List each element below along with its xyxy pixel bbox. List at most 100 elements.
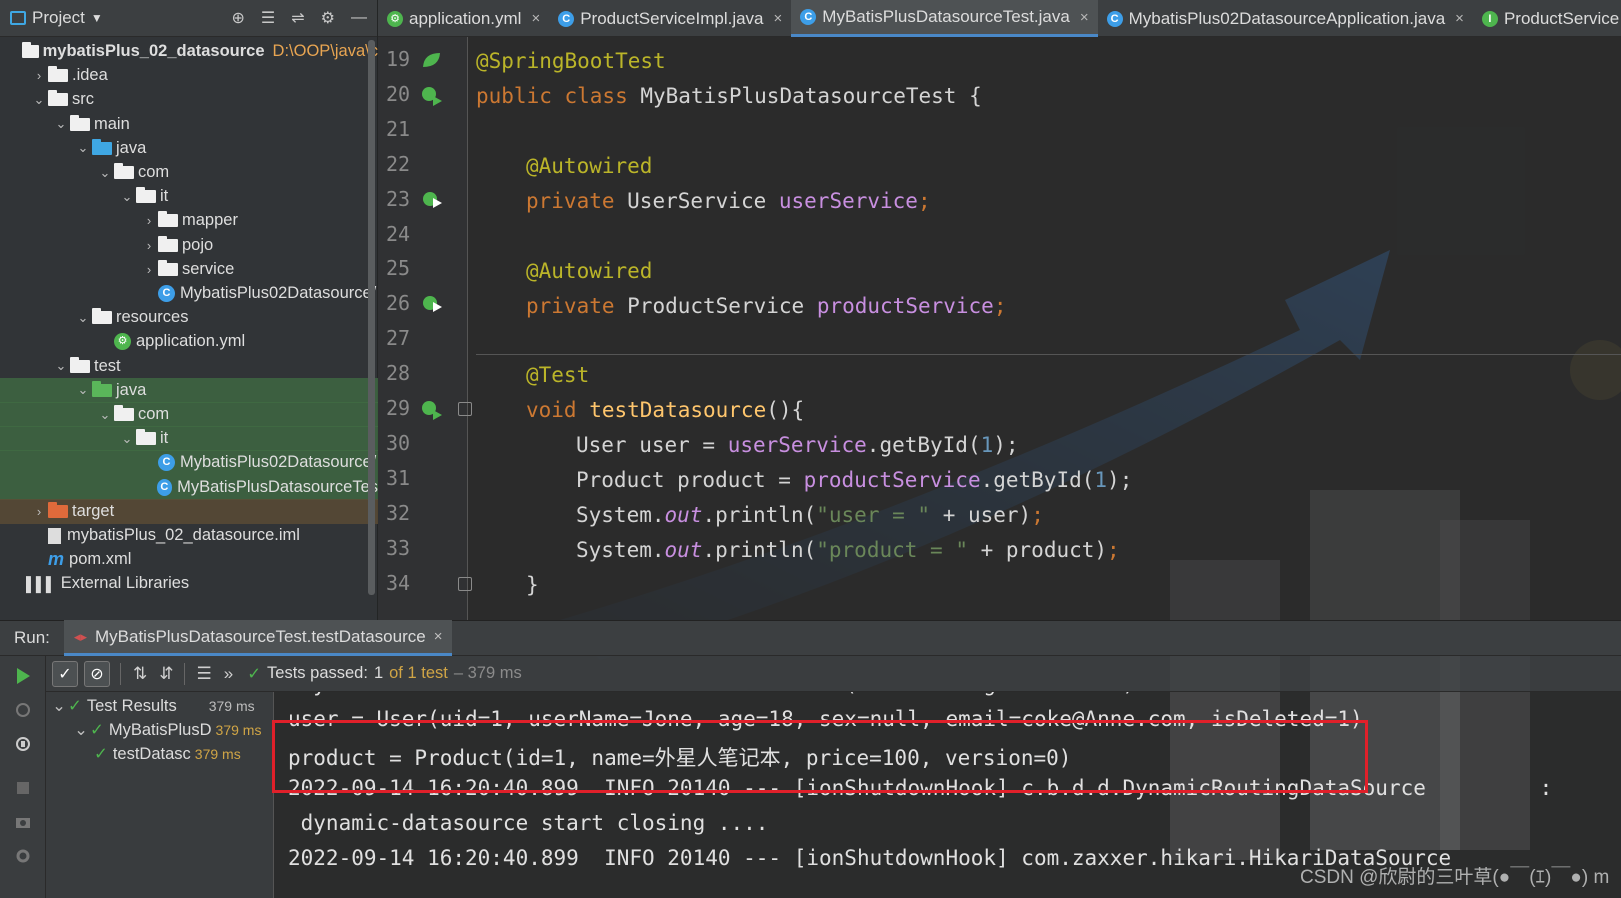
project-view-selector[interactable]: Project ▼ <box>10 8 103 28</box>
code-line-29[interactable]: void testDatasource(){ <box>476 398 804 422</box>
code-line-33[interactable]: System.out.println("product = " + produc… <box>476 538 1120 562</box>
test-result-item[interactable]: ⌄ ✓ MyBatisPlusD 379 ms <box>72 718 261 742</box>
stop-icon[interactable] <box>13 778 33 798</box>
code-line-20[interactable]: public class MyBatisPlusDatasourceTest { <box>476 84 982 108</box>
tree-item[interactable]: ⌄ it <box>0 426 378 452</box>
chevron-right-icon[interactable]: › <box>140 262 158 277</box>
tree-item[interactable]: › .idea <box>0 63 378 88</box>
code-line-31[interactable]: Product product = productService.getById… <box>476 468 1132 492</box>
tree-item-label: mybatisPlus_02_datasource.iml <box>67 526 300 544</box>
code-editor[interactable]: 19 20 21 22 23 24 25 26 27 28 29 30 31 32 33 34 @Spring… <box>378 37 1621 620</box>
tree-item[interactable]: ⌄ com <box>0 402 378 427</box>
code-line-34[interactable]: } <box>476 573 539 597</box>
run-test-icon[interactable] <box>420 398 444 420</box>
tree-item[interactable]: ▌▌▌ External Libraries <box>0 571 378 596</box>
chevron-down-icon[interactable]: ⌄ <box>30 92 48 108</box>
code-line-19[interactable]: @SpringBootTest <box>476 49 666 73</box>
chevron-down-icon[interactable]: ⌄ <box>50 696 68 716</box>
tree-item[interactable]: › pojo <box>0 233 378 258</box>
bean-navigate-icon[interactable] <box>420 293 444 315</box>
line-number: 32 <box>386 500 411 525</box>
tree-item[interactable]: ⌄ src <box>0 87 378 112</box>
code-line-22[interactable]: @Autowired <box>476 154 652 178</box>
chevron-right-icon[interactable]: › <box>30 68 48 83</box>
spring-leaf-icon[interactable] <box>420 49 444 71</box>
test-result-item[interactable]: ✓ testDatasc 379 ms <box>94 742 241 766</box>
show-ignored-toggle[interactable]: ⊘ <box>84 660 110 687</box>
chevron-down-icon[interactable]: ⌄ <box>74 140 92 156</box>
chevron-down-icon[interactable]: ⌄ <box>96 165 114 181</box>
chevron-down-icon[interactable]: ⌄ <box>118 189 136 205</box>
tree-item[interactable]: ⌄ java <box>0 377 378 403</box>
camera-icon[interactable] <box>13 812 33 832</box>
tree-item[interactable]: ⌄ it <box>0 184 378 209</box>
sort-alphabetically-icon[interactable]: ⇅ <box>133 664 147 684</box>
fold-marker[interactable] <box>458 402 472 416</box>
code-line-25[interactable]: @Autowired <box>476 259 652 283</box>
code-line-23[interactable]: private UserService userService; <box>476 189 931 213</box>
project-icon <box>10 11 26 25</box>
code-line-28[interactable]: @Test <box>476 363 589 387</box>
tree-item[interactable]: ⌄ resources <box>0 305 378 330</box>
run-tab[interactable]: ◂▸ MyBatisPlusDatasourceTest.testDatasou… <box>63 620 453 656</box>
hide-icon[interactable]: — <box>351 9 367 27</box>
tree-item[interactable]: › target <box>0 498 378 524</box>
expand-all-icon[interactable]: ☰ <box>261 8 275 28</box>
chevron-down-icon[interactable]: ⌄ <box>118 431 136 447</box>
close-icon[interactable]: × <box>434 628 443 645</box>
chevron-down-icon[interactable]: ⌄ <box>52 358 70 374</box>
tree-item[interactable]: › mapper <box>0 208 378 233</box>
run-config-icon: ◂▸ <box>73 628 87 644</box>
tree-item[interactable]: mybatisPlus_02_datasource D:\OOP\java\c <box>0 39 378 64</box>
collapse-all-icon[interactable]: ⇌ <box>291 8 304 28</box>
rerun-failed-icon[interactable] <box>13 700 33 720</box>
editor-tab[interactable]: C MyBatisPlusDatasourceTest.java × <box>791 0 1098 37</box>
toggle-auto-test-icon[interactable] <box>13 734 33 754</box>
chevron-right-icon[interactable]: › <box>140 238 158 253</box>
chevron-down-icon[interactable]: ⌄ <box>52 116 70 132</box>
close-icon[interactable]: × <box>1455 10 1464 27</box>
tree-item[interactable]: m pom.xml <box>0 547 378 572</box>
locate-icon[interactable]: ⊕ <box>232 8 245 28</box>
sort-by-duration-icon[interactable]: ⇵ <box>159 664 173 684</box>
code-line-30[interactable]: User user = userService.getById(1); <box>476 433 1019 457</box>
show-passed-toggle[interactable]: ✓ <box>52 660 78 687</box>
tree-item[interactable]: mybatisPlus_02_datasource.iml <box>0 523 378 548</box>
close-icon[interactable]: × <box>531 10 540 27</box>
tree-item[interactable]: › service <box>0 257 378 282</box>
editor-tab[interactable]: C ProductServiceImpl.java × <box>549 0 791 37</box>
chevron-down-icon[interactable]: ⌄ <box>96 407 114 423</box>
rerun-icon[interactable] <box>13 666 33 686</box>
chevron-right-icon[interactable]: › <box>140 213 158 228</box>
chevron-right-icon[interactable]: › <box>30 504 48 519</box>
tree-item[interactable]: ⌄ test <box>0 354 378 379</box>
tree-item[interactable]: C MybatisPlus02Datasource/ <box>0 450 378 476</box>
chevron-down-icon[interactable]: ⌄ <box>74 310 92 326</box>
close-icon[interactable]: × <box>774 10 783 27</box>
test-result-item[interactable]: ⌄ ✓ Test Results 379 ms <box>50 694 255 718</box>
tree-item[interactable]: ⌄ java <box>0 136 378 161</box>
tree-item[interactable]: ⌄ com <box>0 160 378 185</box>
run-test-icon[interactable] <box>420 84 444 106</box>
fold-marker[interactable] <box>458 576 472 591</box>
editor-tab[interactable]: ⚙ application.yml × <box>378 0 549 37</box>
code-line-26[interactable]: private ProductService productService; <box>476 294 1006 318</box>
tree-item[interactable]: C MyBatisPlusDatasourceTes <box>0 474 378 500</box>
close-icon[interactable]: × <box>1080 9 1089 26</box>
number-literal: 1 <box>980 433 994 457</box>
chevron-down-icon[interactable]: ⌄ <box>72 720 90 740</box>
editor-tab[interactable]: C MybatisPlus02DatasourceApplication.java… <box>1098 0 1473 37</box>
tree-item[interactable]: ⌄ main <box>0 112 378 137</box>
code-line-32[interactable]: System.out.println("user = " + user); <box>476 503 1044 527</box>
chevron-down-icon[interactable]: ⌄ <box>74 382 92 398</box>
editor-tab[interactable]: I ProductService <box>1473 0 1621 37</box>
expand-all-icon[interactable]: ☰ <box>197 664 212 684</box>
bean-navigate-icon[interactable] <box>420 189 444 211</box>
tree-item-label: MybatisPlus02Datasource/ <box>180 284 377 302</box>
settings-icon[interactable] <box>13 846 33 866</box>
project-scrollbar[interactable] <box>368 40 375 595</box>
more-icon[interactable]: » <box>224 664 233 684</box>
tree-item[interactable]: ⚙ application.yml <box>0 329 378 354</box>
tree-item[interactable]: C MybatisPlus02Datasource/ <box>0 281 378 306</box>
gear-icon[interactable]: ⚙ <box>321 8 335 28</box>
